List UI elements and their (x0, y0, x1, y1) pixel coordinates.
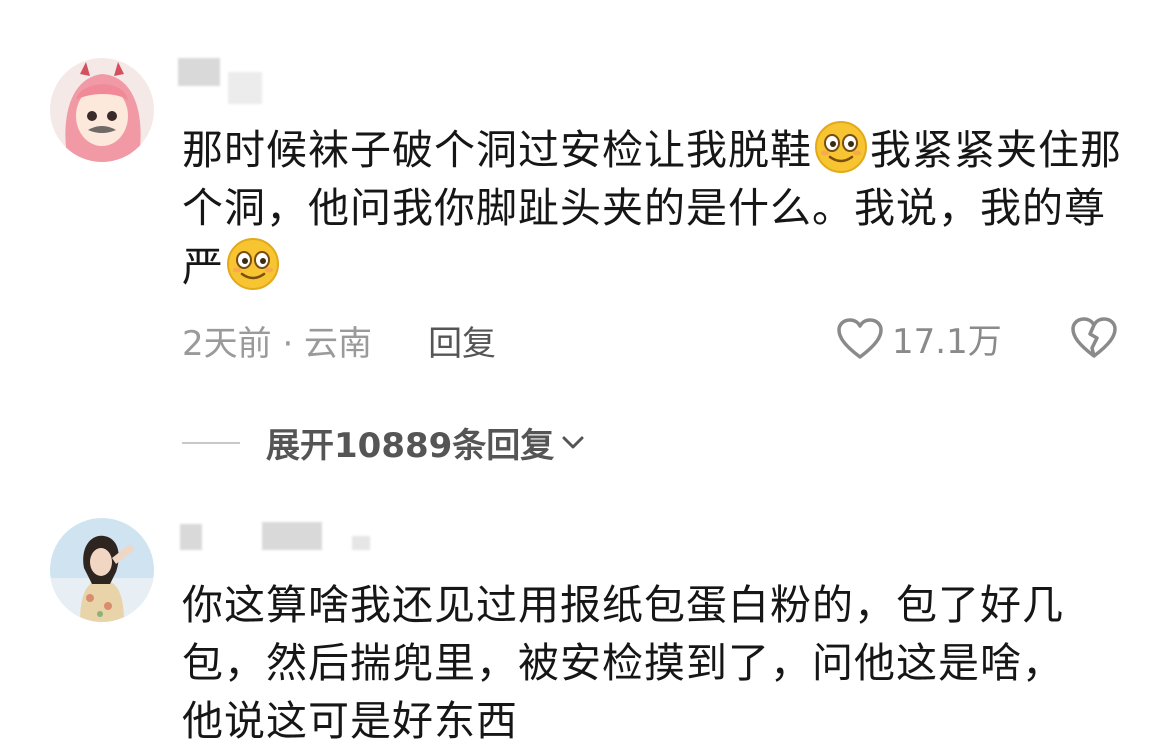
broken-heart-icon (1071, 317, 1117, 358)
username-blurred-2 (262, 522, 322, 550)
username-blurred-2 (228, 72, 262, 104)
heart-icon (837, 317, 883, 359)
dislike-button[interactable] (1070, 316, 1118, 364)
expand-divider-line (182, 441, 240, 444)
username-blurred[interactable] (178, 58, 220, 86)
user-avatar[interactable] (50, 58, 154, 162)
smiling-face-emoji-icon (814, 120, 868, 174)
reply-button[interactable]: 回复 (428, 316, 496, 365)
expand-replies-label: 展开10889条回复 (266, 426, 555, 466)
time-location: 2天前 · 云南 (182, 324, 373, 364)
username-blurred[interactable] (180, 524, 202, 550)
like-button[interactable]: 17.1万 (836, 314, 1002, 363)
user-avatar[interactable] (50, 518, 154, 622)
comment-meta: 2天前 · 云南 回复 (182, 316, 496, 365)
chevron-down-icon (562, 436, 584, 448)
comment-text: 你这算啥我还见过用报纸包蛋白粉的，包了好几包，然后揣兜里，被安检摸到了，问他这是… (182, 581, 1064, 745)
smiling-face-emoji-icon (226, 237, 280, 291)
expand-replies-button[interactable]: 展开10889条回复 (182, 418, 588, 467)
username-blurred-3 (352, 536, 370, 550)
comment-text-part-1: 那时候袜子破个洞过安检让我脱鞋 (182, 126, 812, 174)
comment-text: 那时候袜子破个洞过安检让我脱鞋 我紧紧夹住那个洞，他问我你脚趾头夹的是什么。我说，… (182, 120, 1122, 296)
like-count: 17.1万 (892, 322, 1002, 362)
